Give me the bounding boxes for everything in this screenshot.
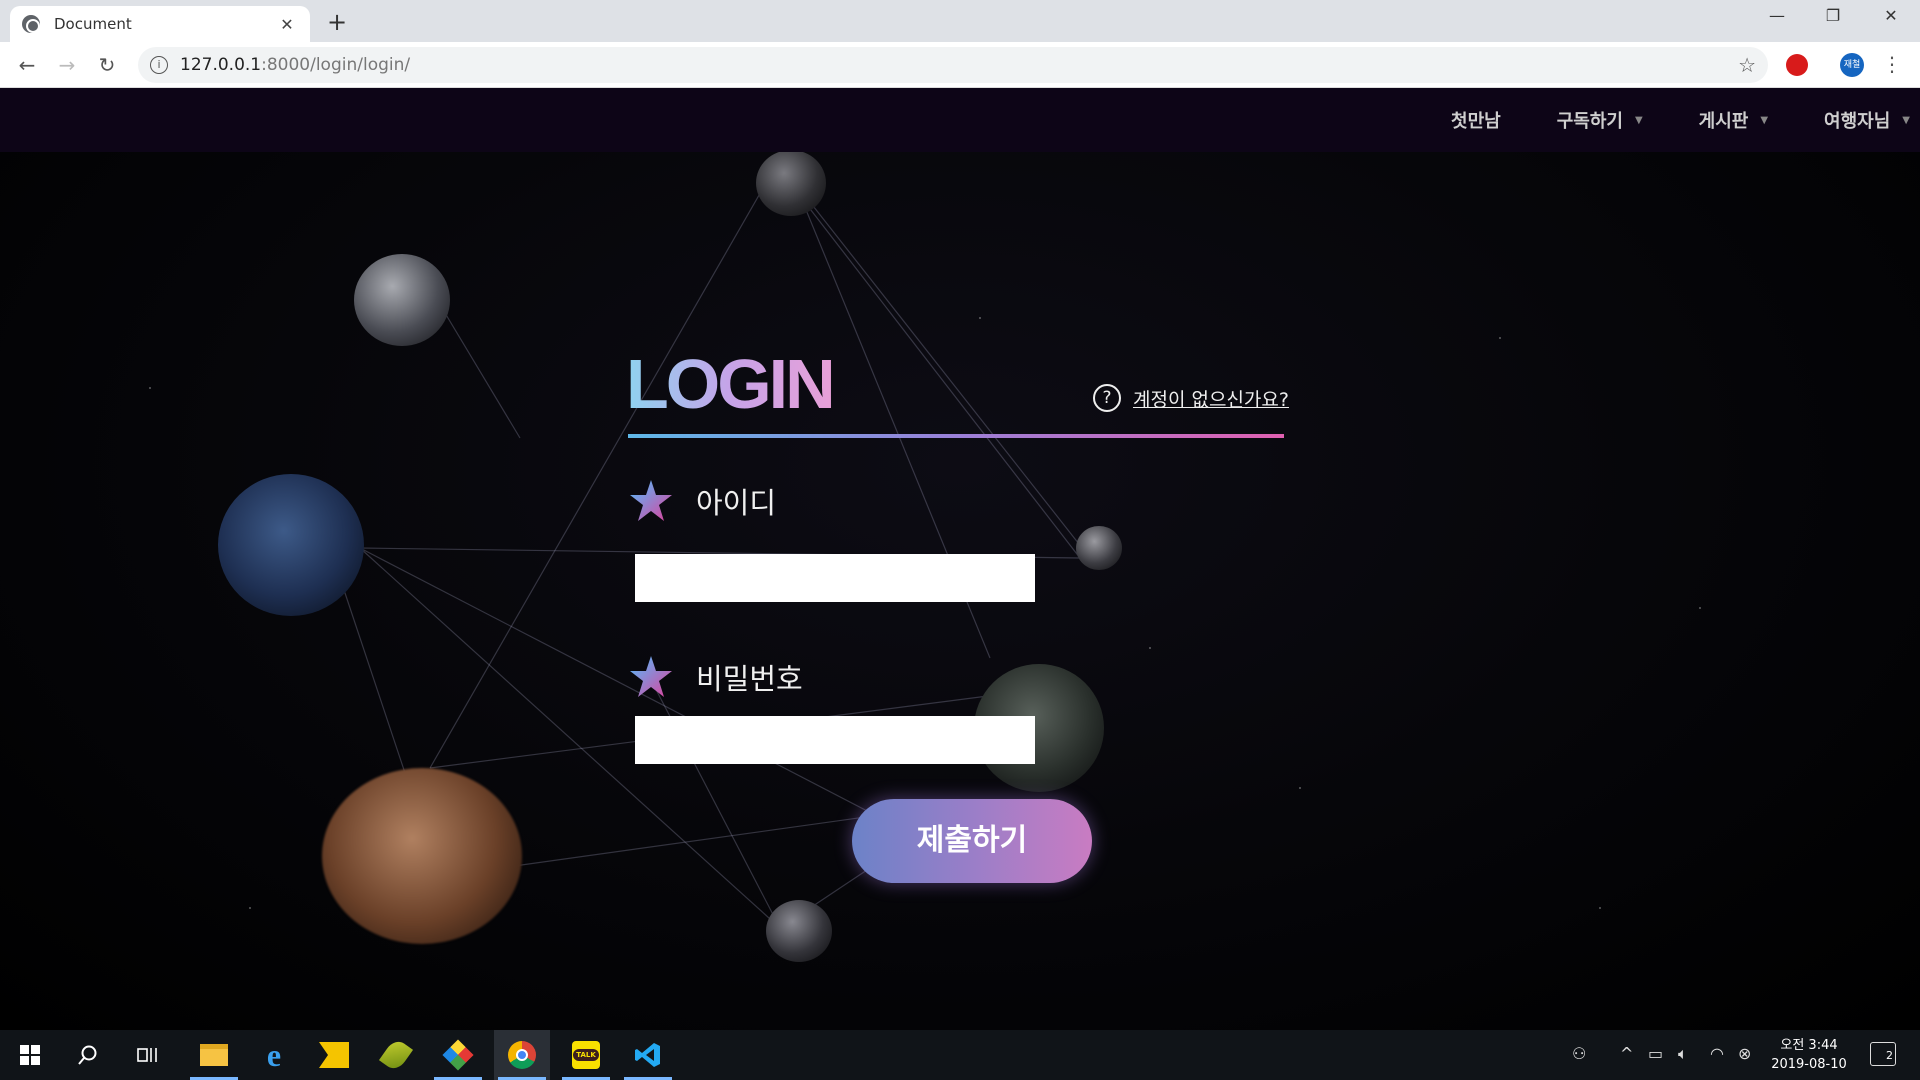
nav-item-label: 게시판: [1698, 111, 1749, 132]
chevron-down-icon: ▼: [1760, 114, 1769, 126]
id-label-text: 아이디: [696, 486, 777, 520]
windows-logo-icon: [20, 1045, 40, 1065]
nav-item-first-meeting[interactable]: 첫만남: [1451, 107, 1501, 133]
app-icon: [319, 1042, 349, 1068]
login-title: LOGIN: [626, 345, 836, 423]
chevron-down-icon: ▼: [1634, 114, 1643, 126]
system-clock[interactable]: 오전 3:44 2019-08-10: [1766, 1036, 1852, 1074]
restore-window-button[interactable]: ❐: [1818, 6, 1848, 32]
taskbar-app-yellow[interactable]: [306, 1030, 362, 1080]
browser-toolbar: ← → ↻ i 127.0.0.1:8000/login/login/ ☆ 재철…: [0, 42, 1920, 88]
star-icon: [630, 656, 672, 697]
battery-icon[interactable]: ▭: [1648, 1044, 1663, 1063]
wifi-icon[interactable]: ◠: [1710, 1044, 1724, 1063]
bookmark-star-icon[interactable]: ☆: [1738, 53, 1756, 77]
planet-image: [218, 474, 364, 616]
windows-taskbar: e TALK ⚇ ^ ▭ 🔈︎ ◠ ⊗ 오전 3:44 2019-08-10 2: [0, 1030, 1920, 1080]
signup-link[interactable]: 계정이 없으신가요?: [1133, 385, 1289, 412]
nav-item-label: 여행자님: [1824, 111, 1891, 132]
browser-tab[interactable]: Document ✕: [10, 6, 310, 42]
planet-image: [756, 150, 826, 216]
reload-button[interactable]: ↻: [92, 50, 122, 80]
password-input[interactable]: [635, 716, 1035, 764]
submit-button[interactable]: 제출하기: [852, 799, 1092, 883]
back-button[interactable]: ←: [12, 50, 42, 80]
action-center-button[interactable]: 2: [1870, 1042, 1896, 1066]
close-tab-icon[interactable]: ✕: [276, 15, 298, 34]
diamond-app-icon: [442, 1039, 474, 1071]
site-navbar: 첫만남 구독하기 ▼ 게시판 ▼ 여행자님 ▼: [0, 88, 1920, 152]
id-input[interactable]: [635, 554, 1035, 602]
globe-icon: [22, 15, 40, 33]
kakaotalk-label: TALK: [573, 1049, 599, 1061]
password-label: 비밀번호: [628, 654, 803, 700]
nav-item-label: 구독하기: [1556, 111, 1623, 132]
nav-item-board[interactable]: 게시판 ▼: [1699, 107, 1768, 133]
chevron-up-icon[interactable]: ^: [1620, 1044, 1633, 1063]
start-button[interactable]: [2, 1030, 58, 1080]
taskbar-file-explorer[interactable]: [186, 1030, 242, 1080]
task-view-button[interactable]: [120, 1030, 176, 1080]
address-bar[interactable]: i 127.0.0.1:8000/login/login/ ☆: [138, 47, 1768, 83]
browser-menu-icon[interactable]: ⋮: [1882, 52, 1902, 76]
search-icon: [78, 1045, 97, 1065]
search-button[interactable]: [60, 1030, 116, 1080]
planet-image: [1076, 526, 1122, 570]
taskbar-vscode[interactable]: [620, 1030, 676, 1080]
leaf-app-icon: [378, 1037, 414, 1073]
login-page: 첫만남 구독하기 ▼ 게시판 ▼ 여행자님 ▼ LOGIN ? 계정이 없으신가요? …: [0, 88, 1920, 1030]
browser-tabstrip: Document ✕ + — ❐ ✕: [0, 0, 1920, 42]
planet-image: [766, 900, 832, 962]
planet-image: [354, 254, 450, 346]
taskbar-chrome[interactable]: [494, 1030, 550, 1080]
vscode-icon: [635, 1043, 660, 1067]
internet-explorer-icon: e: [266, 1036, 282, 1073]
url-path: :8000/login/login/: [261, 55, 411, 75]
password-label-text: 비밀번호: [696, 662, 803, 696]
id-label: 아이디: [628, 478, 776, 524]
tab-title: Document: [54, 15, 132, 33]
task-view-icon: [137, 1048, 157, 1062]
nav-item-traveler[interactable]: 여행자님 ▼: [1824, 107, 1910, 133]
signup-help: ? 계정이 없으신가요?: [1093, 384, 1289, 412]
people-icon[interactable]: ⚇: [1572, 1044, 1586, 1063]
kakaotalk-icon: TALK: [572, 1041, 600, 1069]
taskbar-sourcetree[interactable]: [430, 1030, 486, 1080]
profile-avatar[interactable]: 재철: [1840, 53, 1864, 77]
nav-item-subscribe[interactable]: 구독하기 ▼: [1557, 107, 1643, 133]
close-window-button[interactable]: ✕: [1876, 6, 1906, 32]
new-tab-button[interactable]: +: [322, 8, 352, 38]
clock-date: 2019-08-10: [1771, 1057, 1847, 1072]
folder-icon: [200, 1044, 228, 1066]
planet-image: [322, 768, 522, 944]
taskbar-internet-explorer[interactable]: e: [246, 1030, 302, 1080]
clock-time: 오전 3:44: [1780, 1038, 1838, 1053]
site-info-icon[interactable]: i: [150, 56, 168, 74]
chrome-icon: [508, 1041, 536, 1069]
chevron-down-icon: ▼: [1902, 114, 1910, 126]
adblock-extension-icon[interactable]: [1786, 54, 1808, 76]
notification-count: 2: [1886, 1049, 1893, 1062]
minimize-window-button[interactable]: —: [1762, 6, 1792, 32]
close-circle-icon[interactable]: ⊗: [1738, 1044, 1751, 1063]
question-icon: ?: [1093, 384, 1121, 412]
title-divider: [628, 434, 1284, 438]
url-host: 127.0.0.1: [180, 55, 262, 75]
taskbar-app-leaf[interactable]: [368, 1030, 424, 1080]
forward-button[interactable]: →: [52, 50, 82, 80]
star-icon: [630, 480, 672, 521]
taskbar-kakaotalk[interactable]: TALK: [558, 1030, 614, 1080]
volume-icon[interactable]: 🔈︎: [1678, 1044, 1688, 1064]
nav-item-label: 첫만남: [1451, 111, 1501, 132]
